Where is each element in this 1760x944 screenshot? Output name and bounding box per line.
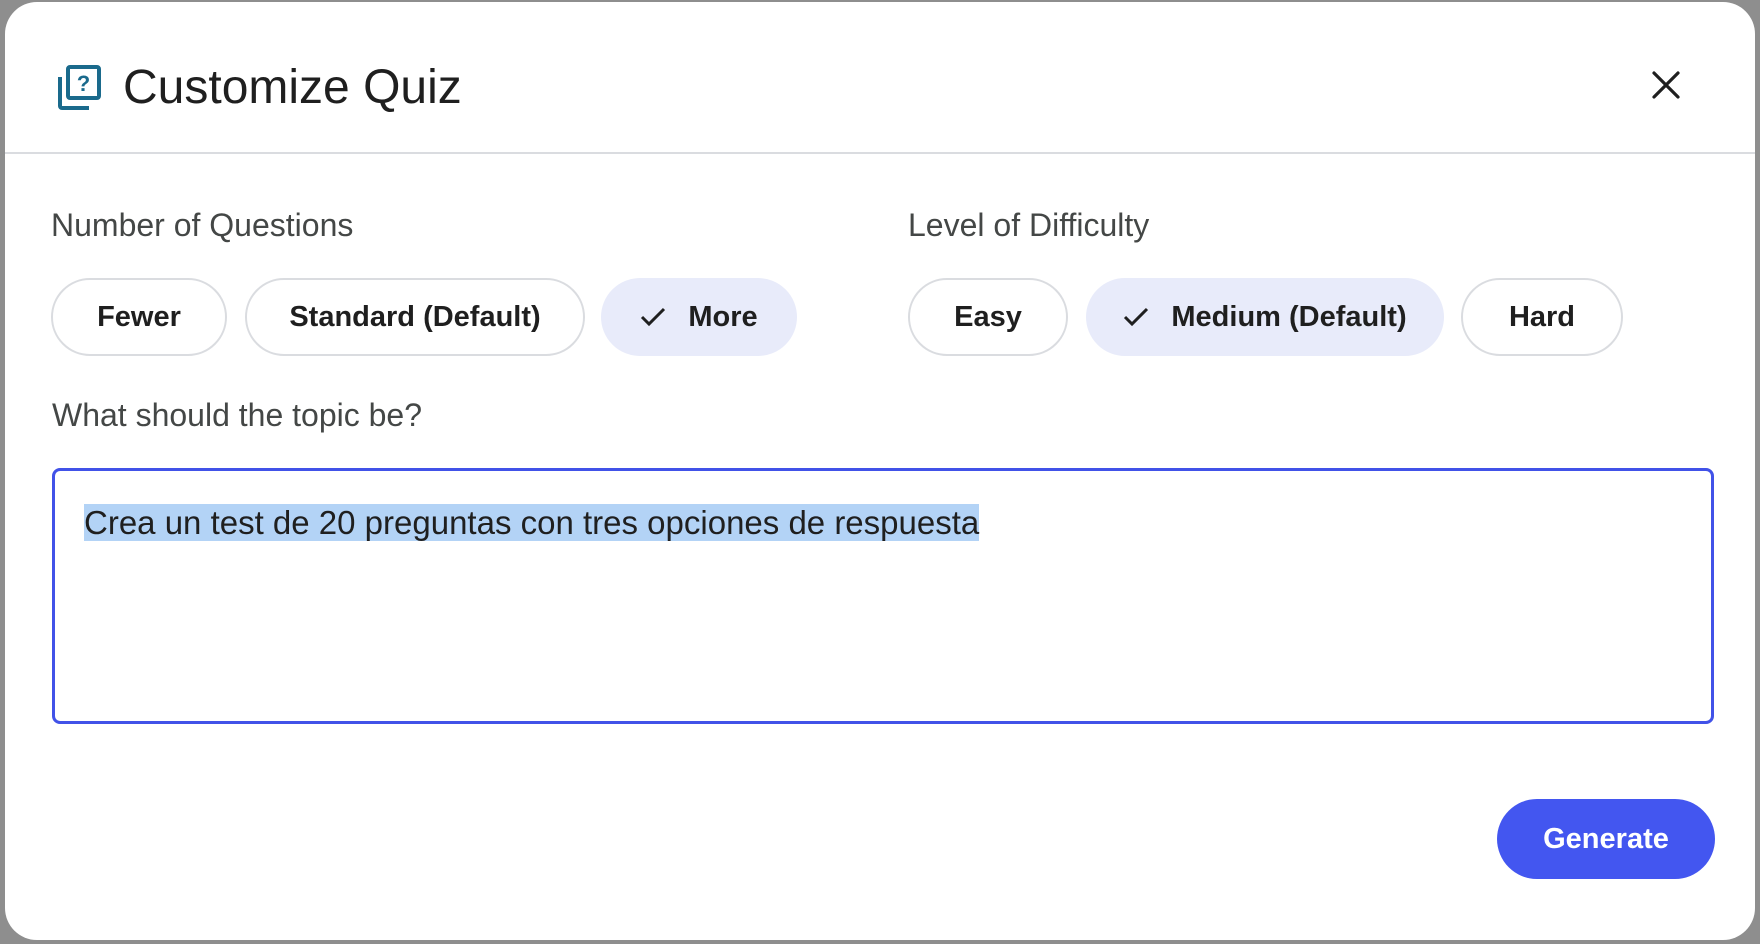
number-of-questions-label: Number of Questions — [51, 207, 354, 243]
close-icon — [1652, 71, 1680, 99]
chip-more[interactable]: More — [601, 278, 797, 356]
chip-fewer[interactable]: Fewer — [51, 278, 227, 356]
dialog-header: ? Customize Quiz — [5, 2, 1755, 154]
chip-label: Standard (Default) — [289, 300, 541, 333]
chip-medium[interactable]: Medium (Default) — [1086, 278, 1444, 356]
topic-input[interactable]: Crea un test de 20 preguntas con tres op… — [52, 468, 1714, 724]
svg-text:?: ? — [77, 71, 90, 96]
close-button[interactable] — [1641, 60, 1691, 110]
level-of-difficulty-label: Level of Difficulty — [908, 207, 1150, 243]
customize-quiz-dialog: ? Customize Quiz Number of Questions Few… — [5, 2, 1755, 940]
topic-label: What should the topic be? — [52, 397, 423, 433]
chip-hard[interactable]: Hard — [1461, 278, 1623, 356]
check-icon — [640, 306, 666, 328]
chip-label: Fewer — [97, 300, 181, 333]
quiz-icon: ? — [58, 65, 101, 110]
check-icon — [1123, 306, 1149, 328]
chip-label: Easy — [954, 300, 1022, 333]
chip-label: Hard — [1508, 300, 1576, 333]
chip-label: Medium (Default) — [1171, 300, 1407, 333]
chip-standard[interactable]: Standard (Default) — [245, 278, 585, 356]
dialog-title: Customize Quiz — [123, 61, 462, 114]
chip-easy[interactable]: Easy — [908, 278, 1068, 356]
generate-button[interactable]: Generate — [1497, 799, 1715, 879]
chip-label: More — [688, 300, 758, 333]
topic-input-value: Crea un test de 20 preguntas con tres op… — [84, 504, 980, 541]
